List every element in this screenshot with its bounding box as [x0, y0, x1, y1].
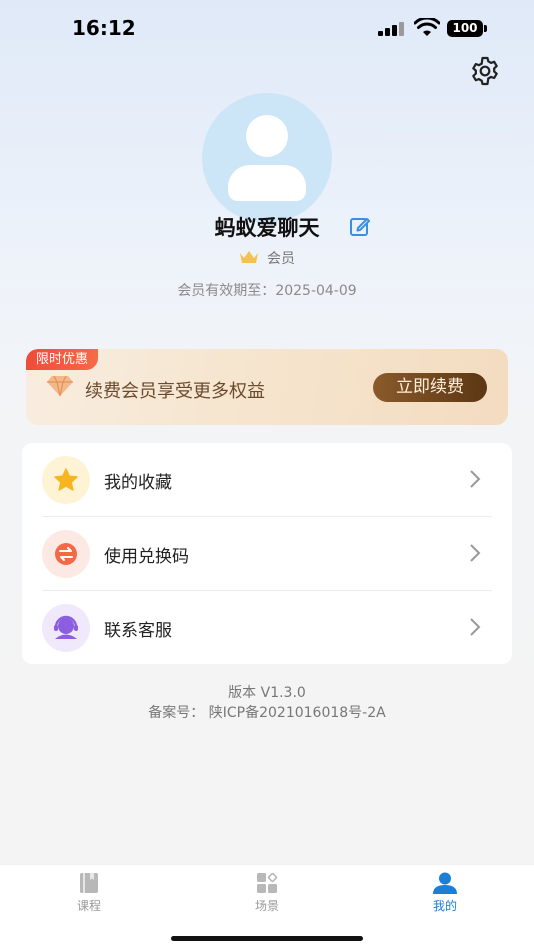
tab-courses[interactable]: 课程: [49, 871, 129, 919]
signal-icon: [378, 22, 408, 36]
expiry-prefix: 会员有效期至：: [177, 283, 276, 299]
menu-item-redeem-code[interactable]: 使用兑换码: [22, 517, 512, 591]
tab-label: 我的: [432, 899, 457, 913]
chevron-right-icon: [470, 618, 481, 636]
tab-mine[interactable]: 我的: [405, 871, 485, 919]
edit-icon[interactable]: [349, 215, 371, 237]
avatar-shoulders: [228, 165, 306, 201]
avatar-head: [246, 115, 288, 157]
avatar[interactable]: [202, 93, 332, 223]
menu-item-customer-service[interactable]: 联系客服: [22, 591, 512, 665]
promo-tag: 限时优惠: [26, 349, 99, 370]
member-expiry: 会员有效期至：2025-04-09: [0, 280, 534, 300]
renew-now-button[interactable]: 立即续费: [373, 373, 487, 402]
username-text: 蚂蚁爱聊天: [214, 216, 320, 240]
exchange-icon: [42, 530, 90, 578]
customer-service-icon: [42, 604, 90, 652]
member-label: 会员: [267, 251, 295, 267]
grid-icon: [257, 872, 278, 893]
menu-item-label: 我的收藏: [104, 473, 172, 493]
menu-item-label: 联系客服: [104, 621, 172, 641]
menu-item-favorites[interactable]: 我的收藏: [22, 443, 512, 517]
battery-icon: 100: [447, 20, 483, 37]
tab-scenes[interactable]: 场景: [227, 871, 307, 919]
chevron-right-icon: [470, 470, 481, 488]
app-version: 版本 V1.3.0: [228, 685, 306, 701]
status-time: 16:12: [72, 16, 136, 40]
menu-item-label: 使用兑换码: [104, 547, 189, 567]
member-row: 会员: [0, 248, 534, 268]
home-indicator: [171, 936, 363, 941]
book-icon: [80, 873, 98, 893]
tab-label: 课程: [76, 899, 101, 913]
icp-record: 备案号： 陕ICP备2021016018号-2A: [148, 705, 386, 721]
chevron-right-icon: [470, 544, 481, 562]
battery-tip: [484, 25, 487, 32]
diamond-icon: [47, 375, 73, 397]
crown-icon: [240, 251, 258, 263]
username: 蚂蚁爱聊天: [0, 212, 534, 242]
user-icon: [433, 872, 457, 894]
wifi-icon: [414, 18, 440, 36]
promo-text: 续费会员享受更多权益: [85, 381, 265, 402]
renew-promo-banner[interactable]: 限时优惠 续费会员享受更多权益 立即续费: [26, 349, 508, 425]
gear-icon[interactable]: [468, 54, 502, 88]
star-icon: [42, 456, 90, 504]
status-bar: 16:12 100: [0, 0, 534, 58]
expiry-date: 2025-04-09: [275, 283, 357, 299]
menu-card: 我的收藏 使用兑换码 联系客服: [22, 443, 512, 664]
tab-label: 场景: [254, 899, 279, 913]
